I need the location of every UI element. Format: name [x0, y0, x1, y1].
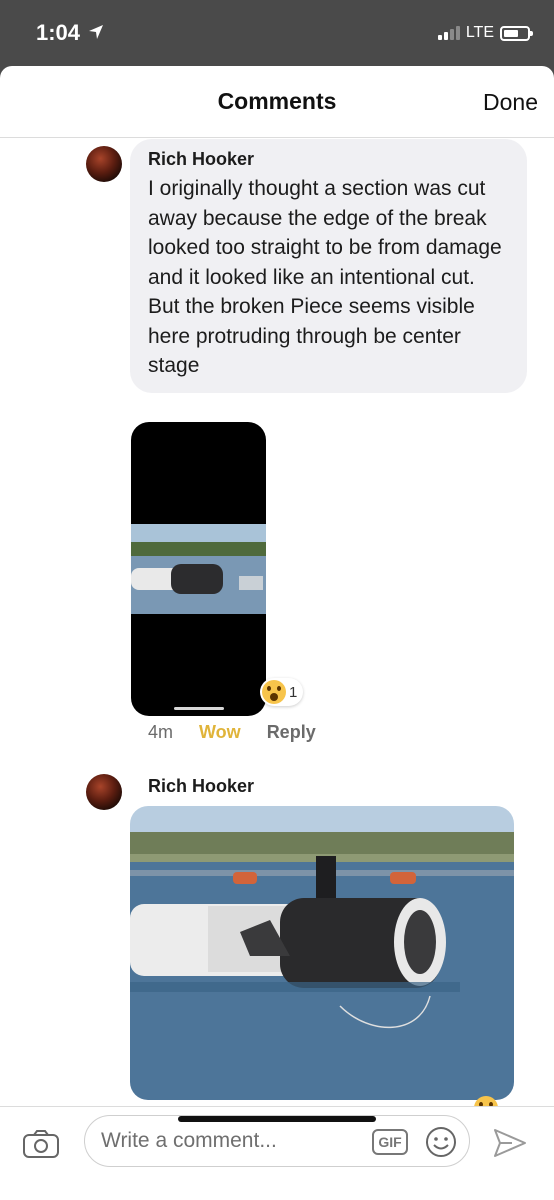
comment-meta: 4m Wow Reply — [148, 722, 316, 743]
comment-text: I originally thought a section was cut a… — [148, 177, 502, 377]
comment-author[interactable]: Rich Hooker — [148, 149, 509, 170]
battery-icon — [500, 25, 533, 41]
reaction-badge[interactable]: 1 — [260, 678, 304, 706]
comment-author[interactable]: Rich Hooker — [148, 776, 254, 797]
avatar[interactable] — [86, 146, 122, 182]
status-indicators: LTE — [437, 24, 533, 42]
comment-attachment-image[interactable] — [130, 806, 514, 1100]
comment-input-container[interactable]: GIF — [84, 1115, 470, 1167]
status-bar: 1:04 LTE — [0, 0, 554, 66]
reaction-count: 1 — [289, 683, 298, 701]
comment-input[interactable] — [101, 1126, 361, 1156]
status-time: 1:04 — [36, 20, 81, 45]
signal-icon — [437, 26, 460, 40]
done-button[interactable]: Done — [483, 89, 538, 116]
home-indicator[interactable] — [178, 1116, 376, 1122]
header: Comments Done — [0, 66, 554, 138]
comment-bubble[interactable]: Rich Hooker I originally thought a secti… — [130, 139, 527, 393]
camera-icon[interactable] — [22, 1129, 60, 1159]
avatar[interactable] — [86, 774, 122, 810]
rocket-photo — [130, 806, 514, 1100]
rocket-photo-thumbnail — [131, 524, 266, 614]
video-home-bar — [174, 707, 224, 710]
location-arrow-icon — [89, 25, 103, 39]
gif-icon[interactable]: GIF — [372, 1129, 408, 1155]
network-label: LTE — [465, 24, 494, 41]
comments-sheet: Comments Done Rich Hooker I originally t… — [0, 66, 554, 1200]
comment-time: 4m — [148, 722, 174, 742]
emoji-icon[interactable] — [425, 1126, 457, 1158]
wow-button[interactable]: Wow — [199, 722, 241, 743]
reply-button[interactable]: Reply — [267, 722, 316, 743]
comment-attachment-image[interactable] — [131, 422, 266, 716]
page-title: Comments — [217, 88, 337, 114]
wow-reaction-icon — [262, 680, 286, 704]
send-icon[interactable] — [492, 1127, 528, 1159]
